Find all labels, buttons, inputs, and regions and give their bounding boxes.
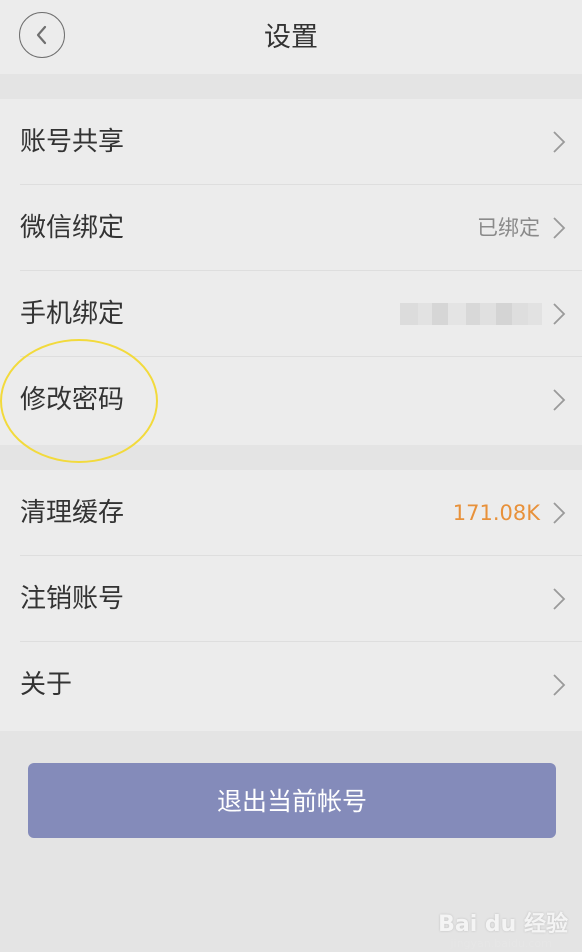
settings-row-change-password[interactable]: 修改密码: [0, 357, 582, 443]
settings-group-account: 账号共享 微信绑定 已绑定 手机绑定 修改密码: [0, 99, 582, 443]
row-label: 微信绑定: [20, 213, 125, 243]
row-label: 清理缓存: [20, 498, 125, 528]
settings-row-deactivate-account[interactable]: 注销账号: [0, 556, 582, 642]
row-value: 已绑定: [477, 216, 540, 240]
watermark-url: jingyan.baidu.com: [450, 937, 552, 950]
settings-row-wechat-binding[interactable]: 微信绑定 已绑定: [0, 185, 582, 271]
cache-size-value: 171.08K: [452, 501, 540, 525]
row-label: 关于: [20, 670, 73, 700]
settings-row-clear-cache[interactable]: 清理缓存 171.08K: [0, 470, 582, 556]
blurred-phone-number: [400, 303, 542, 325]
section-gap: [0, 74, 582, 99]
chevron-right-icon: [553, 131, 566, 153]
settings-row-account-share[interactable]: 账号共享: [0, 99, 582, 185]
chevron-right-icon: [553, 502, 566, 524]
settings-group-system: 清理缓存 171.08K 注销账号 关于: [0, 470, 582, 728]
chevron-right-icon: [553, 674, 566, 696]
chevron-right-icon: [553, 588, 566, 610]
chevron-right-icon: [553, 217, 566, 239]
settings-row-phone-binding[interactable]: 手机绑定: [0, 271, 582, 357]
watermark-logo: Bai du 经验: [438, 912, 568, 937]
header-bar: 设置: [0, 0, 582, 74]
row-label: 修改密码: [20, 385, 125, 415]
row-label: 账号共享: [20, 127, 125, 157]
logout-button[interactable]: 退出当前帐号: [28, 763, 556, 838]
page-title: 设置: [264, 22, 318, 53]
row-label: 手机绑定: [20, 299, 125, 329]
section-gap: [0, 445, 582, 470]
row-label: 注销账号: [20, 584, 125, 614]
settings-row-about[interactable]: 关于: [0, 642, 582, 728]
chevron-right-icon: [553, 389, 566, 411]
chevron-right-icon: [553, 303, 566, 325]
